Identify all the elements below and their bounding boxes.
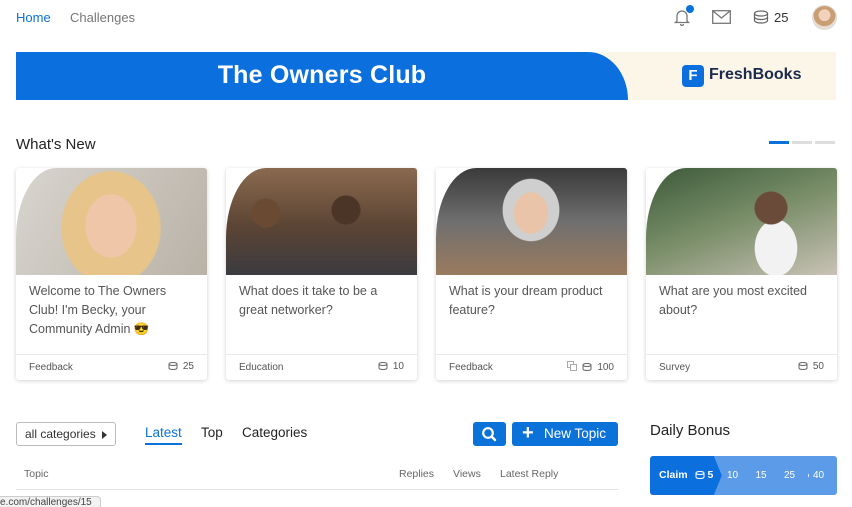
card-points-value: 25 [182, 361, 194, 372]
category-select[interactable]: all categories [16, 422, 116, 446]
notification-dot [686, 5, 694, 13]
card-category: Feedback [29, 362, 73, 373]
claim-bonus-button[interactable]: Claim 5 [650, 456, 722, 495]
card-photo [226, 168, 417, 275]
coin-balance: 25 [774, 10, 789, 25]
top-nav: Home Challenges 25 [0, 0, 852, 36]
new-topic-button[interactable]: + New Topic [512, 422, 618, 446]
column-header-latest-reply[interactable]: Latest Reply [500, 468, 558, 480]
banner-title: The Owners Club [217, 61, 427, 89]
sponsor-name: FreshBooks [709, 66, 802, 83]
status-bar-url: e.com/challenges/15 [0, 496, 101, 507]
mail-icon[interactable] [712, 10, 731, 24]
coins-icon [582, 363, 592, 371]
table-header-divider [16, 489, 618, 490]
topic-card[interactable]: Welcome to The Owners Club! I'm Becky, y… [16, 168, 207, 380]
category-select-value: all categories [25, 427, 96, 441]
card-category: Education [239, 362, 284, 373]
freshbooks-logo-icon: F [682, 65, 704, 87]
card-category: Feedback [449, 362, 493, 373]
column-header-replies[interactable]: Replies [399, 468, 434, 480]
new-topic-label: New Topic [544, 426, 607, 441]
owners-club-banner[interactable]: The Owners Club F FreshBooks [16, 52, 836, 100]
coins-icon [798, 362, 808, 370]
card-footer: Feedback 25 [16, 354, 207, 380]
copy-icon [567, 361, 578, 371]
carousel-page-1[interactable] [769, 141, 789, 144]
card-text: What is your dream product feature? [449, 284, 603, 317]
coins-icon [168, 362, 178, 370]
carousel-page-3[interactable] [815, 141, 835, 144]
search-icon [482, 427, 497, 442]
card-text: What are you most excited about? [659, 284, 807, 317]
tab-categories[interactable]: Categories [242, 425, 307, 440]
coins-icon [378, 362, 388, 370]
user-avatar[interactable] [812, 5, 837, 30]
claim-label: Claim [659, 469, 688, 481]
card-text: Welcome to The Owners Club! I'm Becky, y… [29, 284, 167, 336]
card-points: 10 [378, 361, 404, 372]
card-points-value: 10 [392, 361, 404, 372]
caret-right-icon [102, 431, 107, 439]
search-button[interactable] [473, 422, 506, 446]
tab-top[interactable]: Top [201, 425, 223, 440]
daily-bonus-title: Daily Bonus [650, 422, 731, 439]
card-points: 100 [567, 361, 614, 373]
card-photo [436, 168, 627, 275]
active-tab-underline [145, 443, 182, 445]
card-points-value: 100 [597, 362, 614, 373]
coins-icon [753, 10, 769, 24]
coins-icon [695, 471, 705, 479]
claim-value: 5 [707, 469, 714, 481]
nav-home-link[interactable]: Home [16, 10, 51, 25]
daily-bonus-bar: 40 25 15 10 Claim 5 [650, 456, 837, 495]
card-points: 25 [168, 361, 194, 372]
carousel-page-2[interactable] [792, 141, 812, 144]
whats-new-title: What's New [16, 136, 96, 153]
banner-blue-panel: The Owners Club [16, 52, 628, 100]
topic-card[interactable]: What does it take to be a great networke… [226, 168, 417, 380]
card-footer: Feedback 100 [436, 354, 627, 380]
topic-card[interactable]: What is your dream product feature? Feed… [436, 168, 627, 380]
card-points: 50 [798, 361, 824, 372]
column-header-views[interactable]: Views [453, 468, 481, 480]
card-category: Survey [659, 362, 691, 373]
card-footer: Survey 50 [646, 354, 837, 380]
column-header-topic[interactable]: Topic [24, 468, 49, 480]
card-points-value: 50 [812, 361, 824, 372]
tab-latest[interactable]: Latest [145, 425, 182, 440]
nav-challenges-link[interactable]: Challenges [70, 10, 135, 25]
card-text: What does it take to be a great networke… [239, 284, 378, 317]
card-photo [646, 168, 837, 275]
card-photo [16, 168, 207, 275]
card-footer: Education 10 [226, 354, 417, 380]
plus-icon: + [522, 422, 534, 444]
topic-card[interactable]: What are you most excited about? Survey … [646, 168, 837, 380]
